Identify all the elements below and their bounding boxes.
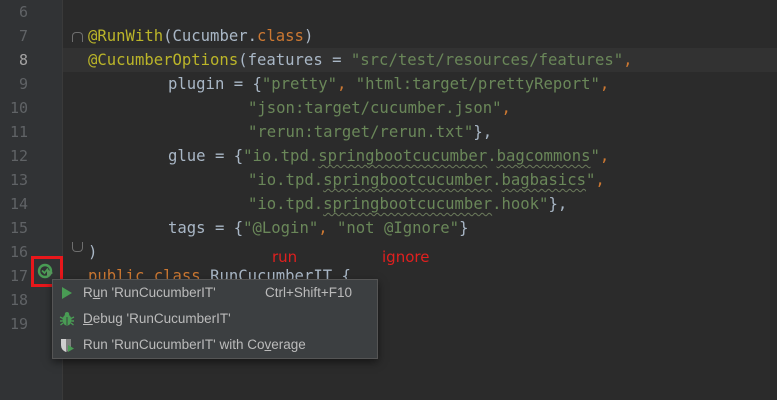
coverage-icon <box>59 337 75 353</box>
line-number-19: 19 <box>9 315 28 333</box>
annotation-run: run <box>272 248 298 266</box>
line-number-16: 16 <box>9 243 28 261</box>
line-number-17: 17 <box>9 267 28 285</box>
line-number-13: 13 <box>9 171 28 189</box>
fold-collapse-icon[interactable] <box>72 32 83 42</box>
line-number-11: 11 <box>9 123 28 141</box>
code-line-11[interactable]: "rerun:target/rerun.txt"}, <box>248 120 492 144</box>
code-line-12[interactable]: glue = {"io.tpd.springbootcucumber.bagco… <box>168 144 609 168</box>
line-number-9: 9 <box>18 75 28 93</box>
menu-item-run-label: Run 'RunCucumberIT' <box>83 285 216 300</box>
menu-item-run[interactable]: Run 'RunCucumberIT' Ctrl+Shift+F10 <box>53 280 377 306</box>
code-line-9[interactable]: plugin = {"pretty", "html:target/prettyR… <box>168 72 609 96</box>
line-number-10: 10 <box>9 99 28 117</box>
code-line-10[interactable]: "json:target/cucumber.json", <box>248 96 511 120</box>
menu-item-coverage[interactable]: Run 'RunCucumberIT' with Coverage <box>53 332 377 358</box>
line-number-6: 6 <box>18 3 28 21</box>
line-number-7: 7 <box>18 27 28 45</box>
menu-item-coverage-label: Run 'RunCucumberIT' with Coverage <box>83 337 306 352</box>
menu-item-debug[interactable]: Debug 'RunCucumberIT' <box>53 306 377 332</box>
line-number-8: 8 <box>18 51 28 69</box>
run-icon <box>59 285 75 301</box>
code-line-15[interactable]: tags = {"@Login", "not @Ignore"} <box>168 216 468 240</box>
run-test-icon <box>37 263 53 278</box>
menu-item-run-shortcut: Ctrl+Shift+F10 <box>265 285 353 300</box>
menu-item-debug-label: Debug 'RunCucumberIT' <box>83 311 231 326</box>
code-line-14[interactable]: "io.tpd.springbootcucumber.hook"}, <box>248 192 567 216</box>
debug-icon <box>59 311 75 327</box>
line-number-12: 12 <box>9 147 28 165</box>
fold-expand-icon[interactable] <box>72 242 83 252</box>
line-number-18: 18 <box>9 291 28 309</box>
code-line-13[interactable]: "io.tpd.springbootcucumber.bagbasics", <box>248 168 605 192</box>
code-line-16[interactable]: ) <box>88 240 97 264</box>
line-number-15: 15 <box>9 219 28 237</box>
code-line-7[interactable]: @RunWith(Cucumber.class) <box>88 24 313 48</box>
line-number-14: 14 <box>9 195 28 213</box>
code-line-8[interactable]: @CucumberOptions(features = "src/test/re… <box>88 48 633 72</box>
annotation-ignore: ignore <box>382 248 430 266</box>
run-context-menu: Run 'RunCucumberIT' Ctrl+Shift+F10 Debug… <box>52 279 378 359</box>
